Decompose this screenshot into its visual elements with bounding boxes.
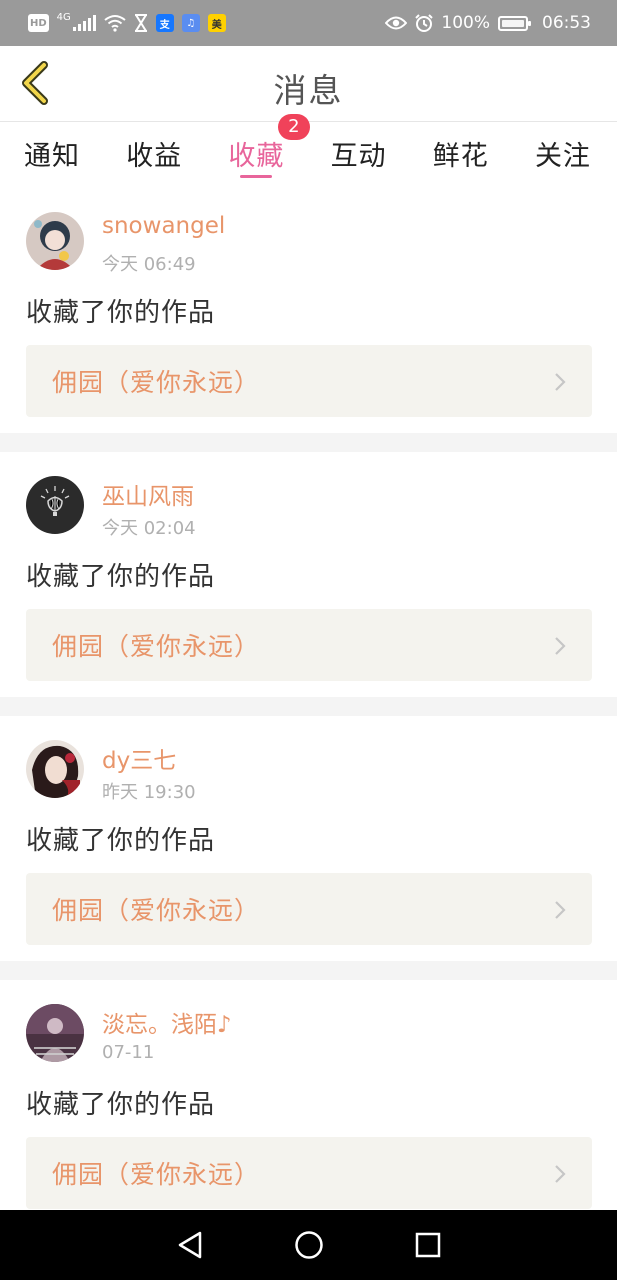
action-text: 收藏了你的作品 bbox=[26, 562, 216, 592]
work-title: 佣园（爱你永远） bbox=[52, 1160, 261, 1189]
hourglass-icon bbox=[134, 14, 147, 32]
avatar[interactable] bbox=[26, 1004, 84, 1062]
tab-notifications[interactable]: 通知 bbox=[24, 122, 80, 188]
eye-icon bbox=[385, 16, 408, 30]
work-link[interactable]: 佣园（爱你永远） bbox=[26, 345, 592, 417]
avatar[interactable] bbox=[26, 740, 84, 798]
alipay-icon: 支 bbox=[155, 14, 174, 32]
tab-earnings[interactable]: 收益 bbox=[126, 122, 182, 188]
divider bbox=[0, 697, 617, 716]
tab-follows[interactable]: 关注 bbox=[535, 122, 591, 188]
chevron-right-icon bbox=[555, 1165, 566, 1183]
message-card: 巫山风雨 今天 02:04 收藏了你的作品 佣园（爱你永远） bbox=[0, 452, 617, 697]
tab-bar: 通知 收益 收藏 2 互动 鲜花 关注 bbox=[0, 114, 617, 188]
battery-icon bbox=[498, 15, 531, 31]
tab-label: 收益 bbox=[126, 141, 183, 172]
action-text: 收藏了你的作品 bbox=[26, 826, 216, 856]
divider bbox=[0, 433, 617, 452]
username[interactable]: dy三七 bbox=[102, 741, 176, 775]
message-list: snowangel 今天 06:49 收藏了你的作品 佣园（爱你永远） 巫山风雨… bbox=[0, 188, 617, 1225]
network-type-label: 4G bbox=[56, 12, 71, 23]
status-left: HD 4G 支 ♫ 美 bbox=[28, 12, 226, 32]
battery-percent: 100% bbox=[441, 13, 490, 33]
message-card: dy三七 昨天 19:30 收藏了你的作品 佣园（爱你永远） bbox=[0, 716, 617, 961]
work-link[interactable]: 佣园（爱你永远） bbox=[26, 609, 592, 681]
chevron-right-icon bbox=[555, 637, 566, 655]
timestamp: 07-11 bbox=[102, 1042, 155, 1063]
home-circle-icon bbox=[294, 1231, 323, 1259]
tab-label: 关注 bbox=[534, 141, 591, 172]
recents-square-icon bbox=[415, 1232, 440, 1258]
nav-recents-button[interactable] bbox=[408, 1225, 448, 1265]
avatar[interactable] bbox=[26, 476, 84, 534]
work-title: 佣园（爱你永远） bbox=[52, 632, 261, 661]
chevron-right-icon bbox=[555, 901, 566, 919]
divider bbox=[0, 961, 617, 980]
active-tab-indicator bbox=[240, 175, 273, 178]
music-icon: ♫ bbox=[181, 14, 200, 32]
timestamp: 昨天 19:30 bbox=[102, 782, 196, 803]
work-link[interactable]: 佣园（爱你永远） bbox=[26, 1137, 592, 1209]
timestamp: 今天 02:04 bbox=[102, 518, 196, 539]
meituan-icon: 美 bbox=[207, 14, 226, 32]
tab-interactions[interactable]: 互动 bbox=[331, 122, 387, 188]
username[interactable]: 巫山风雨 bbox=[102, 477, 194, 511]
signal-icon bbox=[72, 15, 96, 31]
timestamp: 今天 06:49 bbox=[102, 254, 196, 275]
wifi-icon bbox=[104, 15, 126, 32]
top-app-bar: 消息 bbox=[0, 46, 617, 122]
status-bar: HD 4G 支 ♫ 美 100% 06:53 bbox=[0, 0, 617, 46]
action-text: 收藏了你的作品 bbox=[26, 298, 216, 328]
unread-badge: 2 bbox=[278, 114, 311, 140]
tab-favorites[interactable]: 收藏 2 bbox=[228, 114, 311, 188]
clock-time: 06:53 bbox=[542, 13, 591, 33]
tab-flowers[interactable]: 鲜花 bbox=[433, 122, 489, 188]
system-nav-bar bbox=[0, 1210, 617, 1280]
message-card: 淡忘。浅陌♪ 07-11 收藏了你的作品 佣园（爱你永远） bbox=[0, 980, 617, 1225]
alarm-icon bbox=[415, 14, 434, 32]
action-text: 收藏了你的作品 bbox=[26, 1090, 216, 1120]
message-card: snowangel 今天 06:49 收藏了你的作品 佣园（爱你永远） bbox=[0, 188, 617, 433]
status-right: 100% 06:53 bbox=[385, 13, 591, 33]
avatar[interactable] bbox=[26, 212, 84, 270]
username[interactable]: snowangel bbox=[102, 213, 225, 239]
hd-icon: HD bbox=[28, 14, 49, 32]
page-title: 消息 bbox=[273, 71, 344, 110]
chevron-right-icon bbox=[555, 373, 566, 391]
back-triangle-icon bbox=[178, 1231, 201, 1259]
work-title: 佣园（爱你永远） bbox=[52, 896, 261, 925]
work-title: 佣园（爱你永远） bbox=[52, 368, 261, 397]
tab-label: 收藏 bbox=[228, 141, 285, 172]
tab-label: 互动 bbox=[330, 141, 387, 172]
username[interactable]: 淡忘。浅陌♪ bbox=[102, 1005, 232, 1039]
nav-home-button[interactable] bbox=[289, 1225, 329, 1265]
nav-back-button[interactable] bbox=[170, 1225, 210, 1265]
tab-label: 通知 bbox=[24, 141, 80, 172]
work-link[interactable]: 佣园（爱你永远） bbox=[26, 873, 592, 945]
tab-label: 鲜花 bbox=[432, 141, 489, 172]
